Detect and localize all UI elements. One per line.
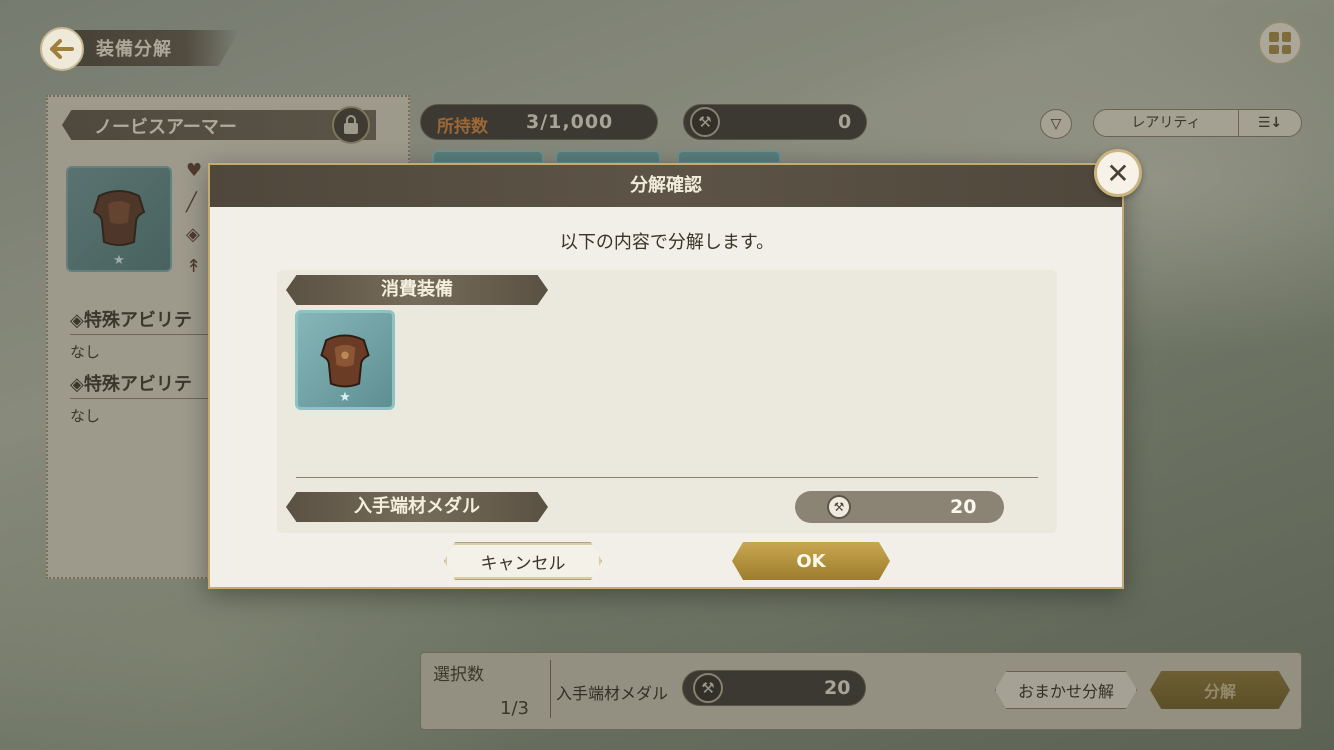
wrench-medal-icon: ⚒ <box>827 495 851 519</box>
content-divider <box>296 477 1038 478</box>
dialog-message: 以下の内容で分解します。 <box>559 232 775 253</box>
back-button[interactable] <box>40 27 84 71</box>
star-icon: ★ <box>339 390 351 405</box>
reward-value: 20 <box>950 496 977 518</box>
close-icon: ✕ <box>1106 156 1130 190</box>
armor-icon <box>320 334 370 388</box>
reward-header: 入手端材メダル <box>354 496 480 517</box>
dialog-title: 分解確認 <box>630 175 702 196</box>
cancel-button[interactable]: キャンセル <box>444 542 602 580</box>
ok-button[interactable]: OK <box>732 542 890 580</box>
close-button[interactable]: ✕ <box>1094 149 1142 197</box>
arrow-left-icon <box>50 39 74 59</box>
consumed-item-card: ★ <box>295 310 395 410</box>
consumed-header: 消費装備 <box>381 279 453 300</box>
